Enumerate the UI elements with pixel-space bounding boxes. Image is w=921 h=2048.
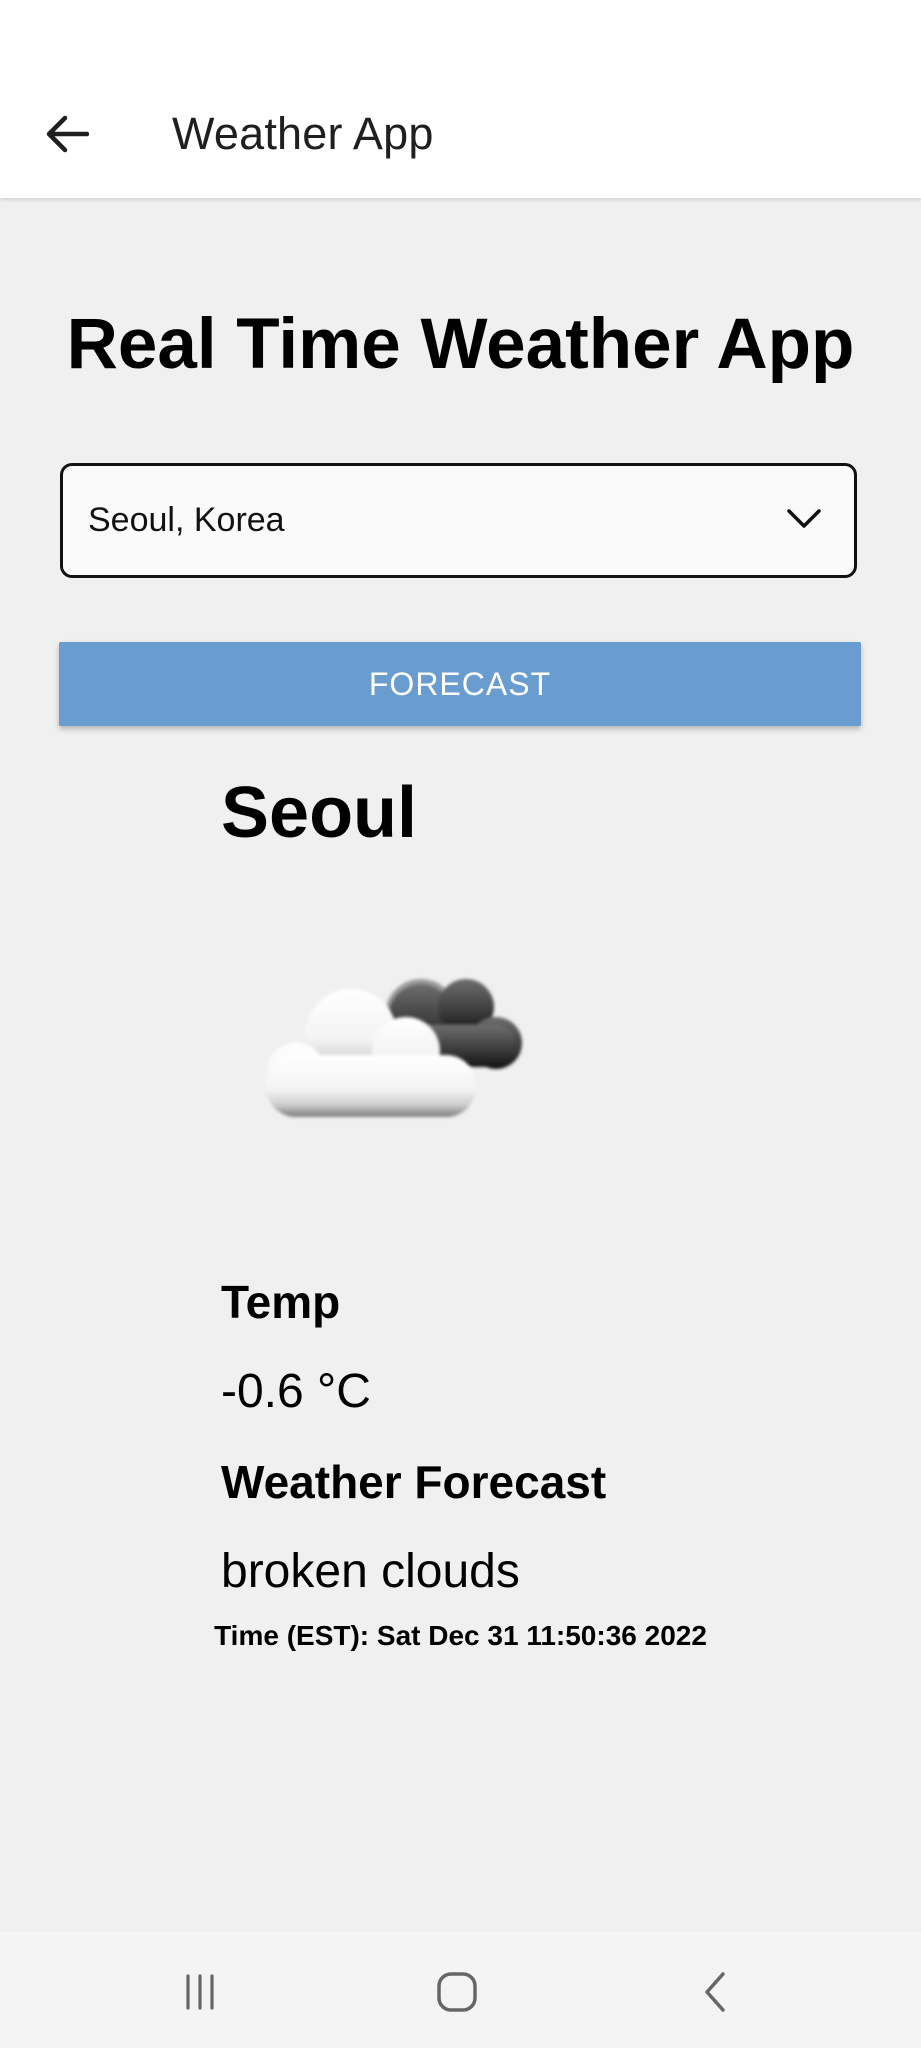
app-title: Weather App (172, 108, 434, 159)
system-back-button[interactable] (683, 1960, 747, 2024)
city-select[interactable]: Seoul, Korea (60, 463, 857, 578)
timestamp: Time (EST): Sat Dec 31 11:50:36 2022 (214, 1620, 707, 1651)
city-select-value: Seoul, Korea (88, 501, 285, 539)
broken-clouds-icon (266, 979, 522, 1117)
forecast-value: broken clouds (221, 1545, 520, 1598)
back-button[interactable] (36, 106, 98, 162)
home-button[interactable] (425, 1960, 489, 2024)
chevron-down-icon (787, 509, 821, 528)
app-bar: Weather App (0, 70, 921, 198)
page-title: Real Time Weather App (66, 305, 855, 384)
recent-apps-button[interactable] (168, 1960, 232, 2024)
back-chevron-icon (705, 1972, 725, 2012)
temp-value: -0.6 °C (221, 1365, 371, 1418)
arrow-left-icon (46, 115, 89, 153)
recent-apps-icon (186, 1974, 214, 2010)
city-name: Seoul (221, 773, 418, 853)
status-bar (0, 0, 921, 70)
home-icon (437, 1972, 477, 2012)
temp-label: Temp (221, 1276, 341, 1328)
forecast-label: Weather Forecast (221, 1456, 607, 1508)
forecast-button[interactable]: FORECAST (59, 642, 861, 726)
system-nav-bar (0, 1932, 921, 2048)
